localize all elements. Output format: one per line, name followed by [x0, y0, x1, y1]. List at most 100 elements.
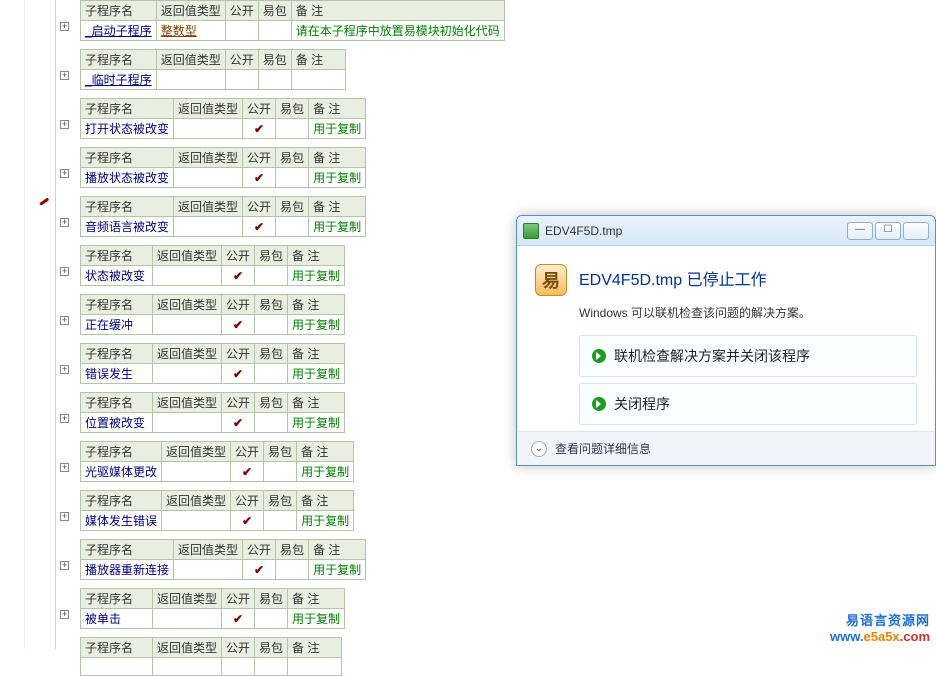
cell-name[interactable]: _启动子程序 [81, 21, 157, 41]
cell-package[interactable] [255, 413, 288, 433]
cell-note[interactable]: 用于复制 [288, 364, 345, 384]
cell-package[interactable] [255, 609, 288, 629]
cell-public[interactable]: ✔ [231, 511, 264, 531]
cell-public[interactable] [225, 70, 258, 90]
cell-package[interactable] [264, 511, 297, 531]
cell-return[interactable] [162, 511, 231, 531]
expand-toggle[interactable]: + [60, 512, 69, 521]
table-row[interactable]: _临时子程序 [81, 70, 346, 90]
cell-public[interactable]: ✔ [243, 217, 276, 237]
check-online-option[interactable]: 联机检查解决方案并关闭该程序 [579, 335, 917, 377]
cell-note[interactable]: 请在本子程序中放置易模块初始化代码 [291, 21, 504, 41]
table-row[interactable]: 光驱媒体更改✔用于复制 [81, 462, 354, 482]
table-row[interactable]: 位置被改变✔用于复制 [81, 413, 345, 433]
table-row[interactable]: 正在缓冲 ✔ 用于复制 [81, 315, 345, 335]
cell-public[interactable]: ✔ [222, 315, 255, 335]
cell-note[interactable]: 用于复制 [288, 266, 345, 286]
expand-toggle[interactable]: + [60, 267, 69, 276]
cell-package[interactable] [255, 364, 288, 384]
cell-public[interactable]: ✔ [243, 119, 276, 139]
subroutine-table[interactable]: 子程序名返回值类型公开易包备 注 [80, 637, 342, 676]
cell-note[interactable] [288, 658, 342, 676]
expand-toggle[interactable]: + [60, 22, 69, 31]
expand-toggle[interactable]: + [60, 169, 69, 178]
cell-public[interactable] [225, 21, 258, 41]
table-row[interactable]: 打开状态被改变✔用于复制 [81, 119, 366, 139]
cell-note[interactable]: 用于复制 [309, 119, 366, 139]
subroutine-table[interactable]: 子程序名返回值类型公开易包备 注打开状态被改变✔用于复制 [80, 98, 366, 139]
cell-name[interactable]: 播放器重新连接 [81, 560, 174, 580]
cell-package[interactable] [276, 168, 309, 188]
cell-note[interactable]: 用于复制 [309, 560, 366, 580]
cell-package[interactable] [264, 462, 297, 482]
cell-return[interactable] [153, 266, 222, 286]
cell-package[interactable] [258, 70, 291, 90]
cell-return[interactable] [153, 364, 222, 384]
dialog-titlebar[interactable]: EDV4F5D.tmp — ☐ [517, 216, 935, 246]
cell-return[interactable] [153, 658, 222, 676]
cell-public[interactable]: ✔ [231, 462, 264, 482]
expand-toggle[interactable]: + [60, 463, 69, 472]
table-row[interactable]: 错误发生 ✔ 用于复制 [81, 364, 345, 384]
cell-name[interactable]: 播放状态被改变 [81, 168, 174, 188]
expand-toggle[interactable]: + [60, 218, 69, 227]
cell-return[interactable]: 整数型 [156, 21, 225, 41]
cell-note[interactable]: 用于复制 [309, 217, 366, 237]
cell-package[interactable] [276, 217, 309, 237]
cell-name[interactable]: 错误发生 [81, 364, 153, 384]
cell-return[interactable] [153, 315, 222, 335]
cell-name[interactable]: 光驱媒体更改 [81, 462, 162, 482]
cell-note[interactable]: 用于复制 [288, 315, 345, 335]
cell-return[interactable] [153, 413, 222, 433]
expand-toggle[interactable]: + [60, 414, 69, 423]
expand-toggle[interactable]: + [60, 610, 69, 619]
table-row[interactable]: 状态被改变 ✔ 用于复制 [81, 266, 345, 286]
close-button[interactable] [903, 222, 929, 240]
expand-toggle[interactable]: + [60, 120, 69, 129]
cell-return[interactable] [174, 168, 243, 188]
cell-public[interactable] [222, 658, 255, 676]
subroutine-table[interactable]: 子程序名返回值类型公开易包备 注正在缓冲✔用于复制 [80, 294, 345, 335]
cell-public[interactable]: ✔ [222, 266, 255, 286]
table-row[interactable]: 音频语言被改变 ✔ 用于复制 [81, 217, 366, 237]
subroutine-table[interactable]: 子程序名返回值类型公开易包备 注_启动子程序整数型请在本子程序中放置易模块初始化… [80, 0, 505, 41]
table-row[interactable]: _启动子程序整数型 请在本子程序中放置易模块初始化代码 [81, 21, 505, 41]
subroutine-table[interactable]: 子程序名返回值类型公开易包备 注_临时子程序 [80, 49, 346, 90]
cell-name[interactable]: 状态被改变 [81, 266, 153, 286]
cell-name[interactable]: 媒体发生错误 [81, 511, 162, 531]
table-row[interactable]: 媒体发生错误 ✔ 用于复制 [81, 511, 354, 531]
cell-name[interactable] [81, 658, 153, 676]
cell-return[interactable] [174, 217, 243, 237]
expand-toggle[interactable]: + [60, 316, 69, 325]
subroutine-table[interactable]: 子程序名返回值类型公开易包备 注位置被改变✔用于复制 [80, 392, 345, 433]
cell-note[interactable]: 用于复制 [288, 609, 345, 629]
expand-toggle[interactable]: + [60, 71, 69, 80]
expand-toggle[interactable]: + [60, 365, 69, 374]
cell-package[interactable] [276, 119, 309, 139]
cell-name[interactable]: 被单击 [81, 609, 153, 629]
cell-name[interactable]: 正在缓冲 [81, 315, 153, 335]
table-row[interactable]: 被单击 ✔ 用于复制 [81, 609, 345, 629]
subroutine-table[interactable]: 子程序名返回值类型公开易包备 注被单击✔用于复制 [80, 588, 345, 629]
table-row[interactable] [81, 658, 342, 676]
cell-public[interactable]: ✔ [243, 168, 276, 188]
cell-name[interactable]: _临时子程序 [81, 70, 157, 90]
cell-note[interactable]: 用于复制 [297, 511, 354, 531]
minimize-button[interactable]: — [847, 222, 873, 240]
cell-return[interactable] [174, 560, 243, 580]
cell-public[interactable]: ✔ [222, 364, 255, 384]
cell-package[interactable] [255, 658, 288, 676]
cell-package[interactable] [276, 560, 309, 580]
subroutine-table[interactable]: 子程序名返回值类型公开易包备 注音频语言被改变✔用于复制 [80, 196, 366, 237]
close-program-option[interactable]: 关闭程序 [579, 383, 917, 425]
cell-package[interactable] [255, 315, 288, 335]
cell-name[interactable]: 位置被改变 [81, 413, 153, 433]
cell-package[interactable] [258, 21, 291, 41]
subroutine-table[interactable]: 子程序名返回值类型公开易包备 注错误发生✔用于复制 [80, 343, 345, 384]
cell-note[interactable]: 用于复制 [309, 168, 366, 188]
cell-return[interactable] [174, 119, 243, 139]
cell-name[interactable]: 音频语言被改变 [81, 217, 174, 237]
subroutine-table[interactable]: 子程序名返回值类型公开易包备 注状态被改变✔用于复制 [80, 245, 345, 286]
cell-public[interactable]: ✔ [222, 609, 255, 629]
maximize-button[interactable]: ☐ [875, 222, 901, 240]
